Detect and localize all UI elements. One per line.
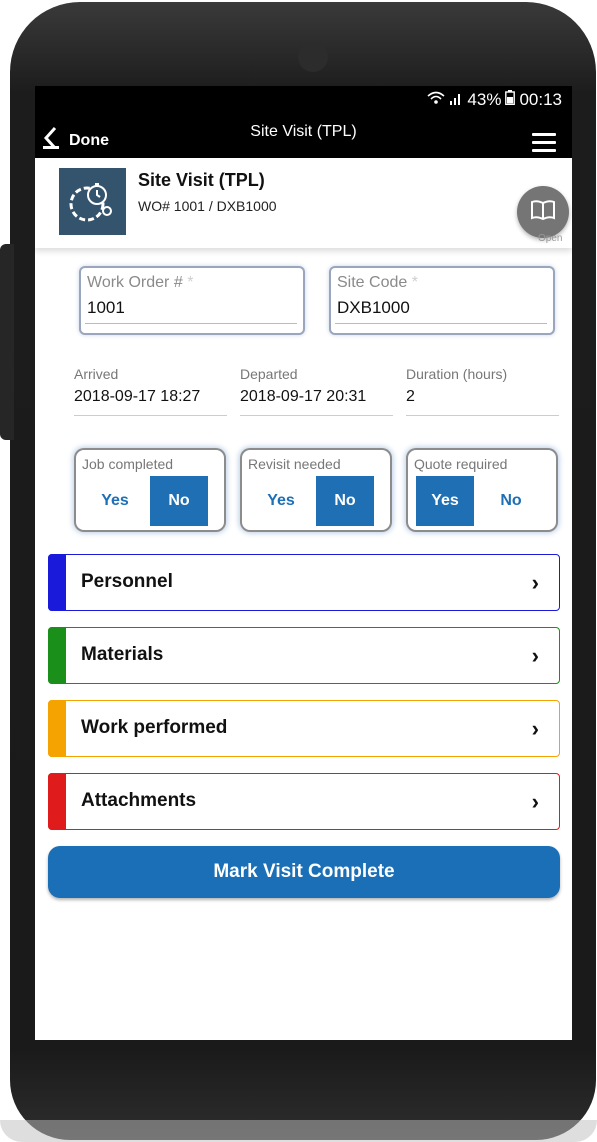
field-underline: [85, 323, 297, 324]
field-underline: [335, 323, 547, 324]
book-icon: [530, 199, 556, 226]
arrived-field[interactable]: Arrived 2018-09-17 18:27: [74, 366, 227, 418]
open-label: Open: [538, 233, 563, 244]
section-color-bar: [48, 554, 66, 611]
status-indicators: 43% 00:13: [427, 90, 562, 110]
quote-required-yes-button[interactable]: Yes: [416, 476, 474, 526]
status-bar: 43% 00:13: [35, 86, 572, 114]
site-code-label-text: Site Code: [337, 274, 408, 291]
arrived-value: 2018-09-17 18:27: [74, 388, 201, 405]
section-work-performed[interactable]: Work performed ›: [48, 700, 560, 757]
departed-label: Departed: [240, 366, 298, 382]
site-visit-gear-icon: [59, 168, 126, 235]
revisit-needed-yes-button[interactable]: Yes: [252, 476, 310, 526]
battery-icon: [505, 90, 516, 110]
app-bar: Done Site Visit (TPL): [35, 114, 572, 158]
section-color-bar: [48, 627, 66, 684]
section-title: Attachments: [81, 790, 197, 811]
revisit-needed-no-button[interactable]: No: [316, 476, 374, 526]
departed-value: 2018-09-17 20:31: [240, 388, 367, 405]
chevron-right-icon: ›: [531, 789, 539, 814]
toggle-label: Revisit needed: [248, 456, 341, 472]
signal-icon: [449, 90, 463, 110]
section-title: Work performed: [81, 717, 228, 738]
duration-label: Duration (hours): [406, 366, 508, 382]
toggle-label: Job completed: [82, 456, 174, 472]
wifi-icon: [427, 90, 445, 110]
work-order-label-text: Work Order #: [87, 274, 183, 291]
toggle-label: Quote required: [414, 456, 508, 472]
section-personnel[interactable]: Personnel ›: [48, 554, 560, 611]
quote-required-toggle: Quote required Yes No: [408, 450, 556, 530]
work-order-label: Work Order # *: [87, 274, 193, 292]
duration-value: 2: [406, 388, 415, 405]
job-completed-yes-button[interactable]: Yes: [86, 476, 144, 526]
visit-header: Site Visit (TPL) WO# 1001 / DXB1000 Open: [35, 158, 572, 248]
section-title: Personnel: [81, 571, 173, 592]
work-order-field[interactable]: Work Order # * 1001: [81, 268, 303, 333]
visit-subtitle: WO# 1001 / DXB1000: [138, 198, 277, 214]
chevron-right-icon: ›: [531, 643, 539, 668]
section-color-bar: [48, 773, 66, 830]
site-code-field[interactable]: Site Code * DXB1000: [331, 268, 553, 333]
open-button[interactable]: [517, 186, 569, 238]
section-title: Materials: [81, 644, 164, 665]
site-code-value: DXB1000: [337, 298, 410, 317]
duration-field[interactable]: Duration (hours) 2: [406, 366, 559, 418]
work-order-value: 1001: [87, 298, 125, 317]
site-code-label: Site Code *: [337, 274, 418, 292]
camera-lens: [298, 42, 328, 72]
field-underline: [240, 415, 393, 416]
app-screen: 43% 00:13 Done Site Visit (TPL) Site Vis…: [35, 86, 572, 1040]
quote-required-no-button[interactable]: No: [482, 476, 540, 526]
chevron-right-icon: ›: [531, 716, 539, 741]
field-underline: [74, 415, 227, 416]
arrived-label: Arrived: [74, 366, 119, 382]
required-mark: *: [411, 274, 418, 291]
visit-title: Site Visit (TPL): [138, 170, 265, 190]
revisit-needed-toggle: Revisit needed Yes No: [242, 450, 390, 530]
hamburger-menu-icon[interactable]: [532, 133, 556, 153]
section-color-bar: [48, 700, 66, 757]
phone-side-button: [0, 244, 14, 440]
mark-visit-complete-button[interactable]: Mark Visit Complete: [48, 846, 560, 898]
section-materials[interactable]: Materials ›: [48, 627, 560, 684]
field-underline: [406, 415, 559, 416]
battery-percent: 43%: [467, 90, 502, 109]
job-completed-toggle: Job completed Yes No: [76, 450, 224, 530]
section-attachments[interactable]: Attachments ›: [48, 773, 560, 830]
chevron-right-icon: ›: [531, 570, 539, 595]
job-completed-no-button[interactable]: No: [150, 476, 208, 526]
app-bar-title: Site Visit (TPL): [250, 123, 357, 140]
required-mark: *: [187, 274, 194, 291]
clock: 00:13: [519, 90, 562, 109]
departed-field[interactable]: Departed 2018-09-17 20:31: [240, 366, 393, 418]
phone-shadow: [0, 1120, 597, 1142]
